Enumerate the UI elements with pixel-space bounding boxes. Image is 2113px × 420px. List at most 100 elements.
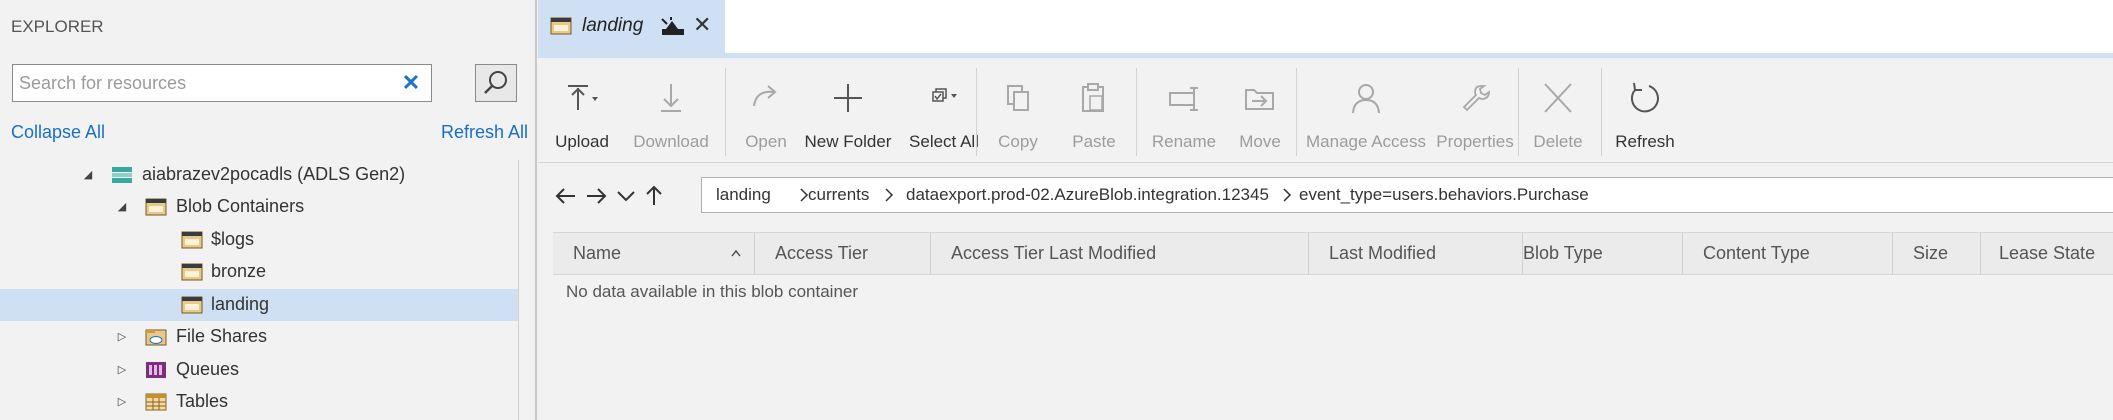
search-box[interactable]: ✕ <box>12 64 432 102</box>
open-icon <box>753 85 777 107</box>
container-icon <box>181 231 203 249</box>
forward-arrow-icon[interactable] <box>584 184 608 208</box>
tree-item-label: Queues <box>176 359 240 379</box>
tree-item-tables[interactable]: ▷ Tables <box>0 386 518 418</box>
column-header-last-modified[interactable]: Last Modified <box>1329 233 1436 274</box>
properties-label: Properties <box>1436 132 1514 151</box>
expanded-caret-icon[interactable]: ◢ <box>80 159 96 191</box>
move-icon <box>1245 89 1274 110</box>
tree-item-label: Tables <box>176 391 229 411</box>
breadcrumb-item[interactable]: landing <box>716 185 771 205</box>
chevron-right-icon <box>1283 188 1292 202</box>
explorer-title: EXPLORER <box>11 17 104 36</box>
container-icon <box>181 263 203 281</box>
paste-button[interactable]: Paste <box>1064 70 1124 154</box>
tree-item-file-shares[interactable]: ▷ File Shares <box>0 321 518 353</box>
person-icon <box>1352 84 1380 114</box>
manage-access-label: Manage Access <box>1306 132 1427 151</box>
tree-scrollbar[interactable] <box>518 160 519 420</box>
download-button[interactable]: Download <box>626 70 716 154</box>
column-header-size[interactable]: Size <box>1913 233 1948 274</box>
tab-landing[interactable]: landing ✕ <box>538 0 725 53</box>
toolbar: Upload Download Open New Folder Select A… <box>538 58 2113 163</box>
close-tab-icon[interactable]: ✕ <box>693 12 711 38</box>
tree-item-landing[interactable]: landing <box>0 289 518 321</box>
breadcrumb-item[interactable]: dataexport.prod-02.AzureBlob.integration… <box>906 185 1269 205</box>
breadcrumb[interactable]: landing currents dataexport.prod-02.Azur… <box>701 177 2113 213</box>
collapsed-caret-icon[interactable]: ▷ <box>114 321 130 353</box>
open-label: Open <box>745 132 787 151</box>
upload-button[interactable]: Upload <box>552 70 612 154</box>
queues-icon <box>146 362 166 378</box>
rename-button[interactable]: Rename <box>1144 70 1224 154</box>
rename-icon <box>1169 87 1198 111</box>
paste-label: Paste <box>1072 132 1116 151</box>
refresh-icon <box>1630 82 1659 113</box>
tree-item-bronze[interactable]: bronze <box>0 256 518 288</box>
column-divider[interactable] <box>930 233 931 274</box>
tab-bar: landing ✕ <box>538 0 2113 58</box>
breadcrumb-item[interactable]: currents <box>808 185 869 205</box>
search-button[interactable] <box>475 64 517 102</box>
tab-title: landing <box>582 15 644 36</box>
rename-label: Rename <box>1151 132 1217 151</box>
copy-button[interactable]: Copy <box>988 70 1048 154</box>
tree-item-queues[interactable]: ▷ Queues <box>0 354 518 386</box>
manage-access-button[interactable]: Manage Access <box>1306 70 1426 154</box>
move-button[interactable]: Move <box>1225 70 1295 154</box>
column-header-access-tier-last-modified[interactable]: Access Tier Last Modified <box>951 233 1156 274</box>
breadcrumb-item[interactable]: event_type=users.behaviors.Purchase <box>1299 185 1589 205</box>
upload-label: Upload <box>555 132 609 151</box>
up-arrow-icon[interactable] <box>642 184 666 208</box>
sort-ascending-icon <box>731 249 741 257</box>
column-header-access-tier[interactable]: Access Tier <box>775 233 868 274</box>
tree-item-label: aiabrazev2pocadls (ADLS Gen2) <box>142 164 406 184</box>
collapsed-caret-icon[interactable]: ▷ <box>114 354 130 386</box>
toolbar-separator <box>725 68 726 156</box>
blob-containers-icon <box>145 198 167 216</box>
column-header-blob-type[interactable]: Blob Type <box>1523 233 1603 274</box>
delete-button[interactable]: Delete <box>1528 70 1588 154</box>
column-header-content-type[interactable]: Content Type <box>1703 233 1810 274</box>
chevron-down-icon[interactable] <box>614 184 638 208</box>
collapsed-caret-icon[interactable]: ▷ <box>114 386 130 418</box>
file-shares-icon <box>145 329 167 346</box>
column-divider[interactable] <box>754 233 755 274</box>
column-divider[interactable] <box>1308 233 1309 274</box>
upload-icon <box>568 85 598 110</box>
open-button[interactable]: Open <box>736 70 796 154</box>
properties-button[interactable]: Properties <box>1430 70 1520 154</box>
delete-icon <box>1544 83 1572 113</box>
search-input[interactable] <box>19 71 399 95</box>
tree-item-label: bronze <box>211 261 267 281</box>
new-folder-button[interactable]: New Folder <box>800 70 896 154</box>
download-icon <box>661 84 681 112</box>
chevron-right-icon <box>885 188 894 202</box>
toolbar-separator <box>1296 68 1297 156</box>
tables-icon <box>145 393 167 411</box>
expanded-caret-icon[interactable]: ◢ <box>114 191 130 223</box>
column-divider[interactable] <box>1892 233 1893 274</box>
refresh-button[interactable]: Refresh <box>1610 70 1680 154</box>
tree-item-blob-containers[interactable]: ◢ Blob Containers <box>0 191 518 223</box>
column-divider[interactable] <box>1682 233 1683 274</box>
move-label: Move <box>1239 132 1281 151</box>
grid-header: Name Access Tier Access Tier Last Modifi… <box>553 232 2113 275</box>
toolbar-separator <box>976 68 977 156</box>
column-divider[interactable] <box>1980 233 1981 274</box>
column-header-lease-state[interactable]: Lease State <box>1999 233 2095 274</box>
column-header-name[interactable]: Name <box>573 233 621 274</box>
paste-icon <box>1082 83 1104 112</box>
clear-search-icon[interactable]: ✕ <box>399 70 423 96</box>
container-icon <box>181 296 203 314</box>
collapse-all-link[interactable]: Collapse All <box>11 122 105 143</box>
tree-item-label: Blob Containers <box>176 196 305 216</box>
tree-item-logs[interactable]: $logs <box>0 224 518 256</box>
back-arrow-icon[interactable] <box>554 184 578 208</box>
refresh-all-link[interactable]: Refresh All <box>441 122 528 143</box>
toolbar-separator <box>1601 68 1602 156</box>
tree-item-storage-account[interactable]: ◢ aiabrazev2pocadls (ADLS Gen2) <box>0 159 518 191</box>
preview-icon[interactable] <box>660 16 686 38</box>
empty-container-message: No data available in this blob container <box>566 282 859 301</box>
copy-label: Copy <box>998 132 1038 151</box>
